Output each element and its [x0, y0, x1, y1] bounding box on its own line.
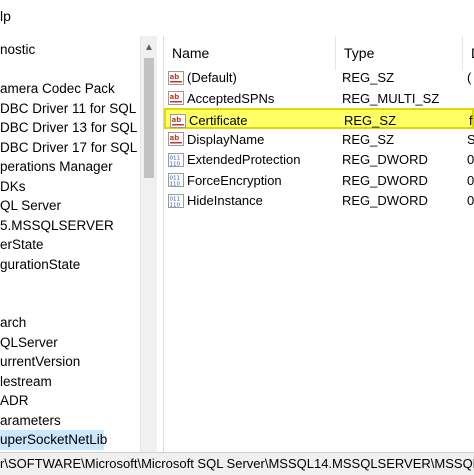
value-name-cell: ab AcceptedSPNs [168, 88, 274, 109]
status-bar: r\SOFTWARE\Microsoft\Microsoft SQL Serve… [0, 452, 474, 475]
string-value-icon: ab [170, 113, 186, 128]
table-row[interactable]: ab (Default) REG_SZ ( [164, 67, 474, 88]
tree-item[interactable]: DKs [0, 177, 26, 197]
string-value-icon: ab [168, 70, 184, 85]
table-row[interactable]: ab DisplayName REG_SZ S [164, 129, 474, 150]
dword-value-icon: 011 110 [168, 173, 184, 188]
value-type: REG_SZ [342, 70, 395, 85]
menu-bar: lp [0, 0, 474, 36]
tree-item[interactable]: lestream [0, 372, 52, 392]
table-row[interactable]: 011 110 HideInstance REG_DWORD 0 [164, 190, 474, 211]
svg-text:110: 110 [170, 202, 181, 208]
value-name: HideInstance [187, 193, 263, 208]
value-name: ForceEncryption [187, 172, 282, 188]
value-name-cell: 011 110 ExtendedProtection [168, 149, 300, 170]
value-name-cell: 011 110 ForceEncryption [168, 170, 282, 191]
value-name: AcceptedSPNs [187, 90, 275, 106]
svg-text:ab: ab [170, 73, 180, 81]
table-row[interactable]: ab AcceptedSPNs REG_MULTI_SZ [164, 88, 474, 109]
tree-item[interactable]: QLServer [0, 333, 58, 353]
value-data: S [467, 131, 474, 147]
value-type: REG_SZ [342, 131, 395, 147]
tree-item[interactable]: DBC Driver 11 for SQL Serv [0, 99, 140, 119]
registry-tree[interactable]: nostic amera Codec Pack DBC Driver 11 for … [0, 36, 140, 452]
value-name-cell: ab (Default) [168, 67, 237, 88]
table-row[interactable]: 011 110 ForceEncryption REG_DWORD 0 [164, 170, 474, 191]
tree-item[interactable]: DBC Driver 17 for SQL Serv [0, 138, 140, 158]
value-name-cell: ab DisplayName [168, 129, 264, 150]
value-type: REG_DWORD [342, 152, 428, 167]
tree-item[interactable]: nostic [0, 40, 35, 60]
tree-item[interactable]: erState [0, 235, 44, 255]
registry-path: r\SOFTWARE\Microsoft\Microsoft SQL Serve… [0, 456, 474, 471]
string-value-icon: ab [168, 132, 184, 147]
table-row[interactable]: ab Certificate REG_SZ f [164, 108, 474, 129]
tree-item[interactable]: ADR [0, 391, 29, 411]
value-data: 0 [467, 152, 474, 167]
tree-item[interactable]: arameters [0, 411, 61, 431]
tree-item[interactable]: 5.MSSQLSERVER [0, 216, 114, 236]
tree-item[interactable]: perations Manager [0, 157, 113, 177]
value-type: REG_DWORD [342, 193, 428, 208]
tree-item[interactable]: QL Server [0, 196, 61, 216]
help-menu[interactable]: lp [0, 8, 11, 24]
svg-text:ab: ab [172, 116, 182, 124]
tree-item[interactable]: arch [0, 313, 26, 333]
column-header-type[interactable]: Type [336, 36, 463, 70]
value-data: 0 [467, 193, 474, 208]
value-name: ExtendedProtection [187, 152, 301, 167]
tree-item[interactable]: amera Codec Pack [0, 79, 115, 99]
svg-text:110: 110 [170, 161, 181, 167]
value-name: (Default) [187, 70, 237, 85]
dword-value-icon: 011 110 [168, 152, 184, 167]
tree-item[interactable]: urrentVersion [0, 352, 80, 372]
value-name-cell: 011 110 HideInstance [168, 190, 263, 211]
value-type: REG_MULTI_SZ [342, 90, 440, 106]
table-row[interactable]: 011 110 ExtendedProtection REG_DWORD 0 [164, 149, 474, 170]
svg-text:ab: ab [170, 93, 180, 101]
scroll-thumb[interactable] [144, 58, 154, 178]
svg-text:110: 110 [170, 182, 181, 188]
value-type: REG_DWORD [342, 172, 428, 188]
value-name: DisplayName [187, 131, 265, 147]
value-data: ( [467, 70, 472, 85]
values-list: Name Type D ab (Default) REG_SZ ( ab Accepted… [164, 36, 474, 452]
tree-item[interactable]: gurationState [0, 255, 80, 275]
tree-item[interactable]: DBC Driver 13 for SQL Serv [0, 118, 140, 138]
column-header-data[interactable]: D [463, 36, 474, 70]
string-value-icon: ab [168, 91, 184, 106]
value-data: 0 [467, 172, 474, 188]
value-name: Certificate [189, 113, 248, 128]
column-header-name[interactable]: Name [164, 36, 336, 70]
tree-scrollbar[interactable]: ▲ [140, 36, 158, 452]
scroll-up-arrow-icon[interactable]: ▲ [144, 42, 154, 53]
svg-text:ab: ab [170, 134, 180, 142]
tree-item[interactable]: uperSocketNetLib [0, 430, 107, 450]
dword-value-icon: 011 110 [168, 193, 184, 208]
pane-splitter[interactable] [157, 36, 164, 452]
